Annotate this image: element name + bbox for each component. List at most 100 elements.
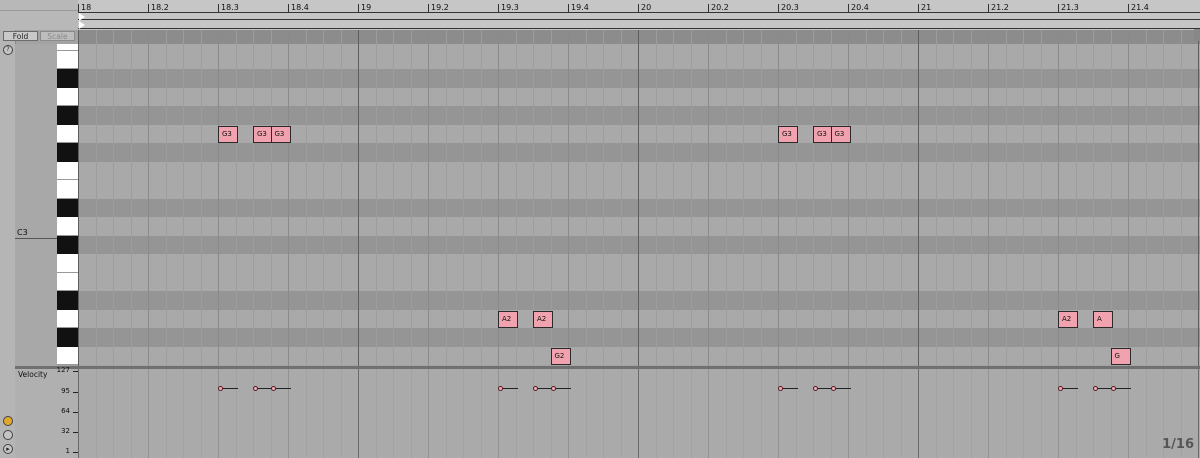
- velocity-handle[interactable]: [253, 386, 258, 392]
- white-key[interactable]: [57, 124, 78, 143]
- grid-line: [603, 30, 604, 366]
- pitch-row: [78, 235, 1200, 254]
- white-key[interactable]: [57, 50, 78, 69]
- black-key[interactable]: [57, 69, 78, 88]
- velocity-grid-line: [393, 369, 394, 458]
- velocity-handle[interactable]: [1058, 386, 1063, 392]
- velocity-grid-line: [148, 369, 149, 458]
- c3-divider: [15, 238, 58, 239]
- grid-line: [568, 30, 569, 366]
- velocity-handle[interactable]: [1093, 386, 1098, 392]
- velocity-grid-line: [340, 369, 342, 458]
- grid-line: [113, 30, 114, 366]
- grid-line: [218, 30, 219, 366]
- velocity-handle[interactable]: [830, 386, 836, 392]
- pitch-row: [78, 124, 1200, 143]
- loop-start-marker-icon[interactable]: [79, 13, 85, 21]
- white-key[interactable]: [57, 346, 78, 365]
- velocity-handle[interactable]: [1110, 386, 1116, 392]
- ruler-label: 19: [361, 3, 372, 12]
- grid-line: [375, 30, 377, 366]
- midi-note[interactable]: G3: [830, 125, 851, 143]
- black-key[interactable]: [57, 235, 78, 254]
- pitch-row: [78, 143, 1200, 162]
- velocity-handle[interactable]: [813, 386, 818, 392]
- velocity-lock-icon[interactable]: [3, 416, 13, 426]
- velocity-grid-line: [830, 369, 832, 458]
- preview-icon[interactable]: [3, 430, 13, 440]
- white-key[interactable]: [57, 272, 78, 291]
- grid-line: [725, 30, 727, 366]
- velocity-handle[interactable]: [533, 386, 538, 392]
- midi-note[interactable]: G3: [218, 125, 238, 143]
- ruler-label: 21.4: [1131, 3, 1149, 12]
- midi-note[interactable]: A: [1093, 310, 1113, 328]
- velocity-grid-line: [795, 369, 797, 458]
- grid-line: [760, 30, 762, 366]
- play-icon[interactable]: ▸: [3, 444, 13, 454]
- start-marker-bar[interactable]: [78, 20, 1200, 29]
- velocity-grid-line: [1145, 369, 1147, 458]
- fold-toggle-icon[interactable]: ?: [3, 45, 13, 55]
- velocity-lane[interactable]: [78, 369, 1200, 458]
- grid-line: [463, 30, 464, 366]
- velocity-grid-line: [78, 369, 79, 458]
- velocity-grid-line: [480, 369, 482, 458]
- grid-line: [1005, 30, 1007, 366]
- velocity-grid-line: [463, 369, 464, 458]
- velocity-handle[interactable]: [218, 386, 223, 392]
- midi-note[interactable]: G: [1110, 347, 1131, 365]
- black-key[interactable]: [57, 291, 78, 310]
- fold-button[interactable]: Fold: [3, 31, 38, 41]
- grid-line: [848, 30, 849, 366]
- midi-note[interactable]: A2: [533, 310, 553, 328]
- grid-resolution[interactable]: 1/16: [1162, 437, 1194, 452]
- velocity-grid-line: [1005, 369, 1007, 458]
- velocity-handle[interactable]: [778, 386, 783, 392]
- grid-line: [305, 30, 307, 366]
- white-key[interactable]: [57, 180, 78, 199]
- white-key[interactable]: [57, 87, 78, 106]
- start-marker-icon[interactable]: [79, 21, 85, 29]
- ruler-label: 20.4: [851, 3, 869, 12]
- grid-line: [393, 30, 394, 366]
- velocity-grid-line: [533, 369, 534, 458]
- velocity-grid-line: [410, 369, 412, 458]
- midi-note[interactable]: G3: [270, 125, 291, 143]
- midi-note[interactable]: G3: [778, 125, 798, 143]
- velocity-handle[interactable]: [270, 386, 276, 392]
- midi-note[interactable]: A2: [1058, 310, 1078, 328]
- scale-button[interactable]: Scale: [40, 31, 75, 41]
- midi-note[interactable]: G2: [550, 347, 571, 365]
- grid-line: [900, 30, 902, 366]
- velocity-grid-line: [725, 369, 727, 458]
- velocity-grid-line: [603, 369, 604, 458]
- white-key[interactable]: [57, 217, 78, 236]
- velocity-handle[interactable]: [498, 386, 503, 392]
- midi-note[interactable]: A2: [498, 310, 518, 328]
- white-key[interactable]: [57, 309, 78, 328]
- velocity-grid-line: [550, 369, 552, 458]
- velocity-title: Velocity: [18, 370, 48, 379]
- ruler-label: 18.2: [151, 3, 169, 12]
- white-key[interactable]: [57, 254, 78, 273]
- velocity-handle[interactable]: [550, 386, 556, 392]
- grid-line: [638, 30, 639, 366]
- velocity-grid-line: [323, 369, 324, 458]
- white-key[interactable]: [57, 161, 78, 180]
- black-key[interactable]: [57, 106, 78, 125]
- loop-brace[interactable]: [78, 12, 1200, 20]
- grid-line: [428, 30, 429, 366]
- velocity-grid-line: [673, 369, 674, 458]
- scroll-thumb[interactable]: [1194, 29, 1200, 41]
- black-key[interactable]: [57, 198, 78, 217]
- piano-keyboard[interactable]: [57, 44, 78, 366]
- black-key[interactable]: [57, 143, 78, 162]
- grid-line: [970, 30, 972, 366]
- velocity-grid-line: [953, 369, 954, 458]
- grid-header-strip: [78, 30, 1200, 44]
- velocity-grid-line: [743, 369, 744, 458]
- note-grid[interactable]: G3 G3 G3 A2 A2 G2 G3 G3 G3 A2 A G: [78, 30, 1200, 366]
- velocity-grid-line: [1023, 369, 1024, 458]
- black-key[interactable]: [57, 328, 78, 347]
